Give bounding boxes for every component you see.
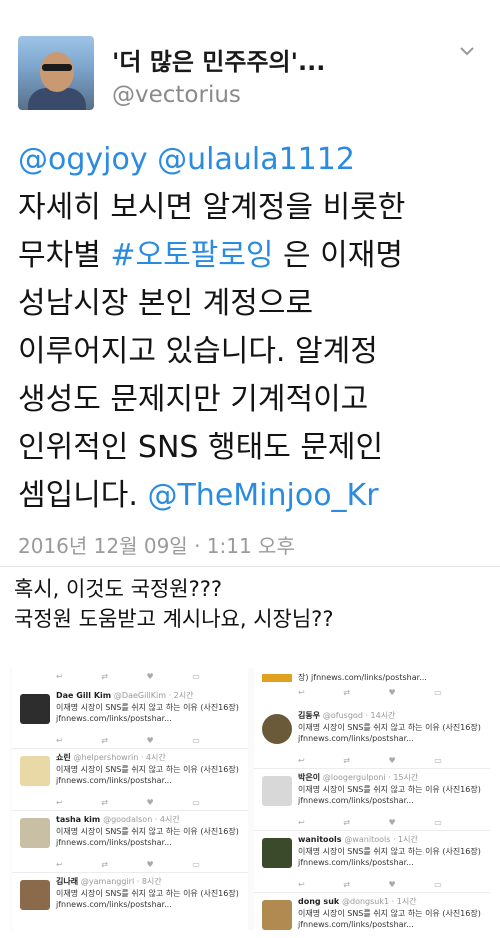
embedded-column-left: ↩ ⇄ ♥ ▭ Dae Gill Kim @DaeGillKim · 2시간 이… (12, 668, 248, 930)
avatar (20, 756, 50, 786)
avatar (20, 880, 50, 910)
list-item-name: 박은이 @loogergulponi · 15시간 (298, 773, 419, 782)
avatar (262, 674, 292, 682)
list-item-name: Dae Gill Kim @DaeGillKim · 2시간 (56, 691, 194, 700)
body-line: 성남시장 본인 계정으로 (18, 286, 314, 321)
avatar (262, 714, 292, 744)
avatar[interactable] (18, 36, 94, 110)
reply-line: 국정원 도움받고 계시나요, 시장님?? (14, 607, 334, 631)
avatar (20, 694, 50, 724)
body-line: 인위적인 SNS 행태도 문제인 (18, 430, 384, 465)
mention-link[interactable]: @TheMinjoo_Kr (147, 478, 378, 513)
list-item-text: 이재명 시장이 SNS를 쉬지 않고 하는 이유 (사진16장) jfnnews… (56, 889, 239, 909)
list-item: wanitools @wanitools · 1시간 이재명 시장이 SNS를 … (254, 830, 490, 893)
mention-links[interactable]: @ogyjoy @ulaula1112 (18, 142, 355, 177)
tweet-body: @ogyjoy @ulaula1112 자세히 보시면 알계정을 비롯한 무차별… (18, 136, 488, 520)
list-item: 쇼린 @helpershowrin · 4시간 이재명 시장이 SNS를 쉬지 … (12, 748, 248, 811)
list-item-name: tasha kim @goodalson · 4시간 (56, 815, 180, 824)
list-item: 박은이 @loogergulponi · 15시간 이재명 시장이 SNS를 쉬… (254, 768, 490, 831)
embedded-screenshot: ↩ ⇄ ♥ ▭ Dae Gill Kim @DaeGillKim · 2시간 이… (10, 668, 490, 930)
avatar (20, 818, 50, 848)
list-item-text: 이재명 시장이 SNS를 쉬지 않고 하는 이유 (사진16장) jfnnews… (298, 785, 481, 805)
body-line: 자세히 보시면 알계정을 비롯한 (18, 190, 406, 225)
list-item: 김동우 @ofusgod · 14시간 이재명 시장이 SNS를 쉬지 않고 하… (254, 706, 490, 769)
list-item-text: 이재명 시장이 SNS를 쉬지 않고 하는 이유 (사진16장) jfnnews… (298, 847, 481, 867)
body-line: 셈입니다. (18, 478, 148, 513)
list-item-text: 이재명 시장이 SNS를 쉬지 않고 하는 이유 (사진16장) jfnnews… (298, 723, 481, 743)
body-line: 이루어지고 있습니다. 알계정 (18, 334, 378, 369)
avatar (262, 900, 292, 930)
avatar (262, 838, 292, 868)
body-line: 은 이재명 (273, 238, 403, 273)
action-icons: ↩ ⇄ ♥ ▭ (298, 688, 460, 697)
list-item-text: 이재명 시장이 SNS를 쉬지 않고 하는 이유 (사진16장) jfnnews… (56, 765, 239, 785)
list-item-text: 이재명 시장이 SNS를 쉬지 않고 하는 이유 (사진16장) jfnnews… (56, 827, 239, 847)
list-item-text: 장) jfnnews.com/links/postshar... (298, 673, 427, 682)
chevron-down-icon[interactable] (456, 40, 478, 62)
avatar (262, 776, 292, 806)
list-item-text: 이재명 시장이 SNS를 쉬지 않고 하는 이유 (사진16장) jfnnews… (298, 909, 481, 929)
list-item-text: 이재명 시장이 SNS를 쉬지 않고 하는 이유 (사진16장) jfnnews… (56, 703, 239, 723)
list-item-name: dong suk @dongsuk1 · 1시간 (298, 897, 417, 906)
reply-text: 혹시, 이것도 국정원??? 국정원 도움받고 계시나요, 시장님?? (14, 574, 333, 634)
list-item-name: 김동우 @ofusgod · 14시간 (298, 711, 396, 720)
action-icons: ↩ ⇄ ♥ ▭ (298, 818, 460, 827)
hashtag-link[interactable]: #오토팔로잉 (110, 238, 273, 273)
body-line: 무차별 (18, 238, 111, 273)
reply-line: 혹시, 이것도 국정원??? (14, 577, 223, 601)
list-item-name: 쇼린 @helpershowrin · 4시간 (56, 753, 166, 762)
list-item: dong suk @dongsuk1 · 1시간 이재명 시장이 SNS를 쉬지… (254, 892, 490, 930)
divider (0, 566, 500, 567)
list-item: Dae Gill Kim @DaeGillKim · 2시간 이재명 시장이 S… (12, 686, 248, 749)
action-icons: ↩ ⇄ ♥ ▭ (56, 798, 218, 807)
list-item-name: wanitools @wanitools · 1시간 (298, 835, 418, 844)
action-icons: ↩ ⇄ ♥ ▭ (56, 736, 218, 745)
action-icons: ↩ ⇄ ♥ ▭ (298, 756, 460, 765)
action-icons: ↩ ⇄ ♥ ▭ (298, 880, 460, 889)
tweet-header: '더 많은 민주주의'... @vectorius (0, 0, 500, 128)
embedded-column-right: 장) jfnnews.com/links/postshar... ↩ ⇄ ♥ ▭… (254, 668, 490, 930)
display-name[interactable]: '더 많은 민주주의'... (112, 42, 325, 77)
user-handle[interactable]: @vectorius (112, 82, 241, 108)
list-item: 김나래 @yamanggirl · 8시간 이재명 시장이 SNS를 쉬지 않고… (12, 872, 248, 930)
list-item-name: 김나래 @yamanggirl · 8시간 (56, 877, 162, 886)
body-line: 생성도 문제지만 기계적이고 (18, 382, 369, 417)
tweet-timestamp: 2016년 12월 09일 · 1:11 오후 (18, 534, 295, 558)
action-icons: ↩ ⇄ ♥ ▭ (56, 860, 218, 869)
action-icons: ↩ ⇄ ♥ ▭ (56, 672, 218, 681)
list-item: tasha kim @goodalson · 4시간 이재명 시장이 SNS를 … (12, 810, 248, 873)
